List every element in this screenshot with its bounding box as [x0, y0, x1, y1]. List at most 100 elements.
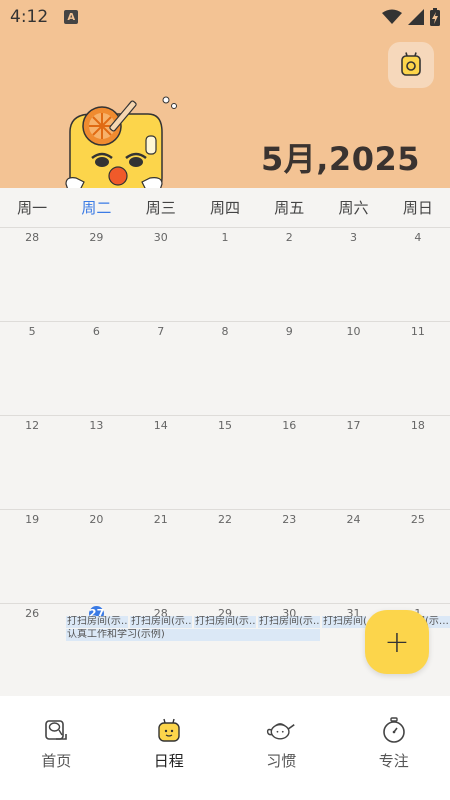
nav-label-home: 首页: [41, 752, 72, 770]
signal-icon: [408, 9, 424, 25]
day-number: 9: [285, 325, 293, 338]
day-cell[interactable]: 17: [321, 416, 385, 509]
event-chip[interactable]: 打扫房间(示…: [66, 616, 128, 628]
weekday-sat: 周六: [338, 199, 369, 217]
nav-item-habits[interactable]: 习惯: [225, 696, 338, 800]
day-cell[interactable]: 15: [193, 416, 257, 509]
day-cell[interactable]: 3: [321, 228, 385, 321]
mascot-settings-button[interactable]: [388, 42, 434, 88]
add-event-button[interactable]: +: [365, 610, 429, 674]
day-number: 18: [410, 419, 425, 432]
day-number: 1: [221, 231, 229, 244]
day-cell[interactable]: 10: [321, 322, 385, 415]
day-number: 5: [28, 325, 36, 338]
day-number: 13: [89, 419, 104, 432]
day-number: 30: [153, 231, 168, 244]
battery-charging-icon: [430, 8, 440, 26]
day-number: 15: [217, 419, 232, 432]
day-number: 3: [350, 231, 358, 244]
day-number: 23: [282, 513, 297, 526]
day-number: 29: [89, 231, 104, 244]
day-number: 22: [217, 513, 232, 526]
day-cell[interactable]: 14: [129, 416, 193, 509]
day-number: 25: [410, 513, 425, 526]
day-number: 28: [25, 231, 40, 244]
day-cell[interactable]: 8: [193, 322, 257, 415]
day-cell[interactable]: 24: [321, 510, 385, 603]
day-cell[interactable]: 18: [386, 416, 450, 509]
event-chip[interactable]: 打扫房间(示…: [130, 616, 192, 628]
nav-item-home[interactable]: 首页: [0, 696, 113, 800]
day-cell[interactable]: 22: [193, 510, 257, 603]
day-cell[interactable]: 19: [0, 510, 64, 603]
day-number: 17: [346, 419, 361, 432]
status-bar: 4:12 A: [0, 0, 450, 34]
event-chip[interactable]: 打扫房间(示…: [194, 616, 256, 628]
day-cell[interactable]: 6: [64, 322, 128, 415]
day-number: 8: [221, 325, 229, 338]
day-cell[interactable]: 12: [0, 416, 64, 509]
nav-label-habits: 习惯: [266, 752, 297, 770]
day-cell[interactable]: 25: [386, 510, 450, 603]
day-cell[interactable]: 20: [64, 510, 128, 603]
weekday-sun: 周日: [402, 199, 433, 217]
day-cell[interactable]: 2: [257, 228, 321, 321]
week-row: 19 20 21 22 23 24 25: [0, 510, 450, 604]
plus-icon: +: [384, 624, 410, 660]
day-number: 16: [282, 419, 297, 432]
day-cell[interactable]: 30: [129, 228, 193, 321]
week-row: 5 6 7 8 9 10 11: [0, 322, 450, 416]
weekday-fri: 周五: [274, 199, 305, 217]
toilet-paper-icon: [41, 716, 71, 744]
day-cell[interactable]: 4: [386, 228, 450, 321]
event-chip[interactable]: 打扫房间(示…: [258, 616, 320, 628]
notification-a-icon: A: [64, 10, 79, 24]
day-cell[interactable]: 16: [257, 416, 321, 509]
nav-label-schedule: 日程: [153, 752, 184, 770]
day-number: 2: [285, 231, 293, 244]
day-cell[interactable]: 13: [64, 416, 128, 509]
day-cell[interactable]: 9: [257, 322, 321, 415]
day-number: 10: [346, 325, 361, 338]
event-chip-multiday[interactable]: 认真工作和学习(示例): [66, 629, 320, 641]
day-number: 26: [25, 607, 40, 620]
day-cell[interactable]: 5: [0, 322, 64, 415]
day-cell[interactable]: 28: [0, 228, 64, 321]
day-number: 4: [414, 231, 422, 244]
nav-item-schedule[interactable]: 日程: [113, 696, 226, 800]
day-cell[interactable]: 29: [64, 228, 128, 321]
mascot-badge-icon: [401, 52, 421, 76]
day-number: 11: [410, 325, 425, 338]
day-number: 7: [157, 325, 165, 338]
month-year-title[interactable]: 5月,2025: [261, 134, 420, 180]
wifi-icon: [382, 9, 402, 24]
teapot-icon: [266, 716, 296, 744]
day-cell[interactable]: 23: [257, 510, 321, 603]
weekday-thu: 周四: [209, 199, 240, 217]
calendar-mascot-icon: [154, 716, 184, 744]
day-cell[interactable]: 7: [129, 322, 193, 415]
timer-icon: [379, 716, 409, 744]
day-cell[interactable]: 11: [386, 322, 450, 415]
status-time: 4:12: [10, 7, 49, 27]
day-number: 14: [153, 419, 168, 432]
day-number: 20: [89, 513, 104, 526]
day-number: 19: [25, 513, 40, 526]
bottom-navigation: 首页 日程 习惯 专注: [0, 696, 450, 800]
day-cell[interactable]: 21: [129, 510, 193, 603]
event-chip[interactable]: 打扫房间(示: [322, 616, 366, 628]
week-row: 12 13 14 15 16 17 18: [0, 416, 450, 510]
weekday-mon: 周一: [17, 199, 48, 217]
weekday-tue: 周二: [81, 199, 112, 217]
orange-mascot-illustration: [65, 96, 177, 193]
weekday-header: 周一 周二 周三 周四 周五 周六 周日: [0, 188, 450, 228]
nav-label-focus: 专注: [378, 752, 409, 770]
day-number: 6: [92, 325, 100, 338]
day-cell[interactable]: 1: [193, 228, 257, 321]
day-cell[interactable]: 26: [0, 604, 64, 698]
day-number: 12: [25, 419, 40, 432]
weekday-wed: 周三: [145, 199, 176, 217]
day-number: 21: [153, 513, 168, 526]
week-row: 28 29 30 1 2 3 4: [0, 228, 450, 322]
nav-item-focus[interactable]: 专注: [338, 696, 450, 800]
